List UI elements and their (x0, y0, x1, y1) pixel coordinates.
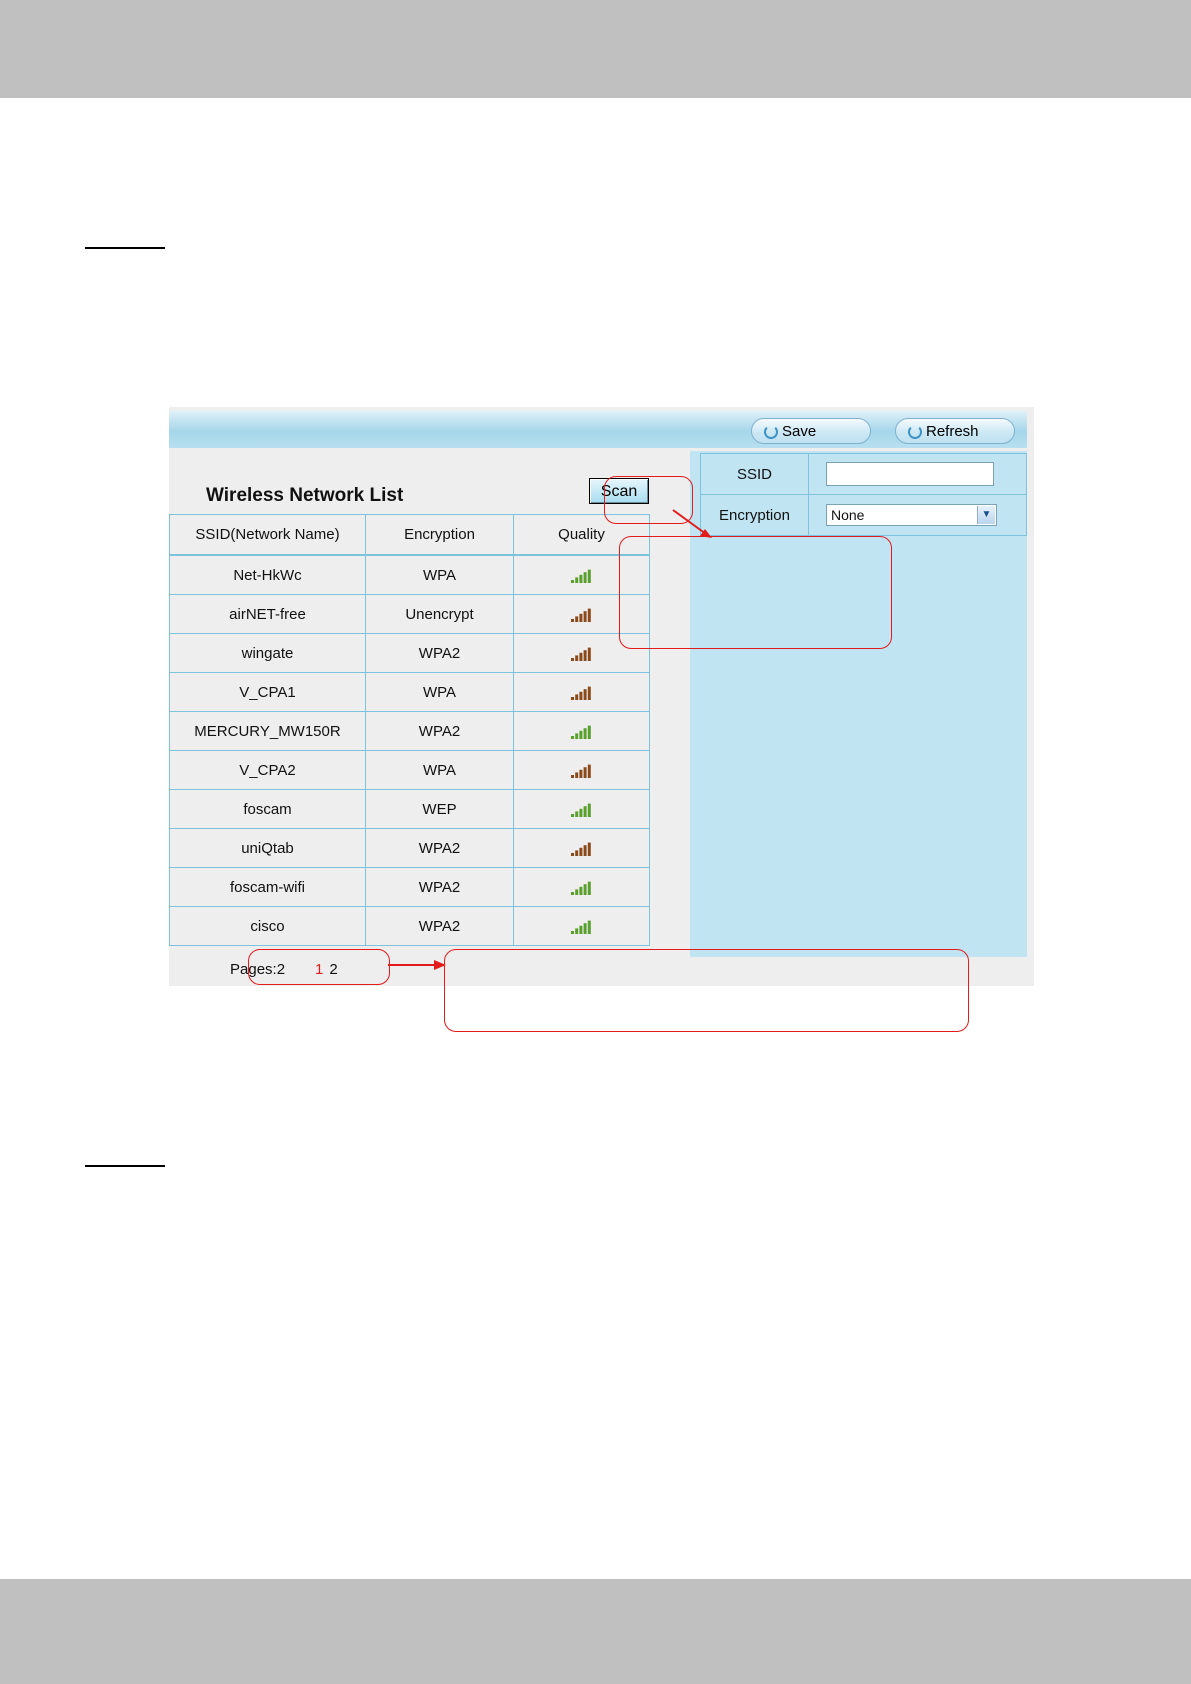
bottom-banner (0, 1579, 1191, 1684)
scan-arrow (672, 509, 707, 535)
callout-arrows (388, 509, 712, 970)
pages-arrowhead-icon (434, 960, 446, 970)
